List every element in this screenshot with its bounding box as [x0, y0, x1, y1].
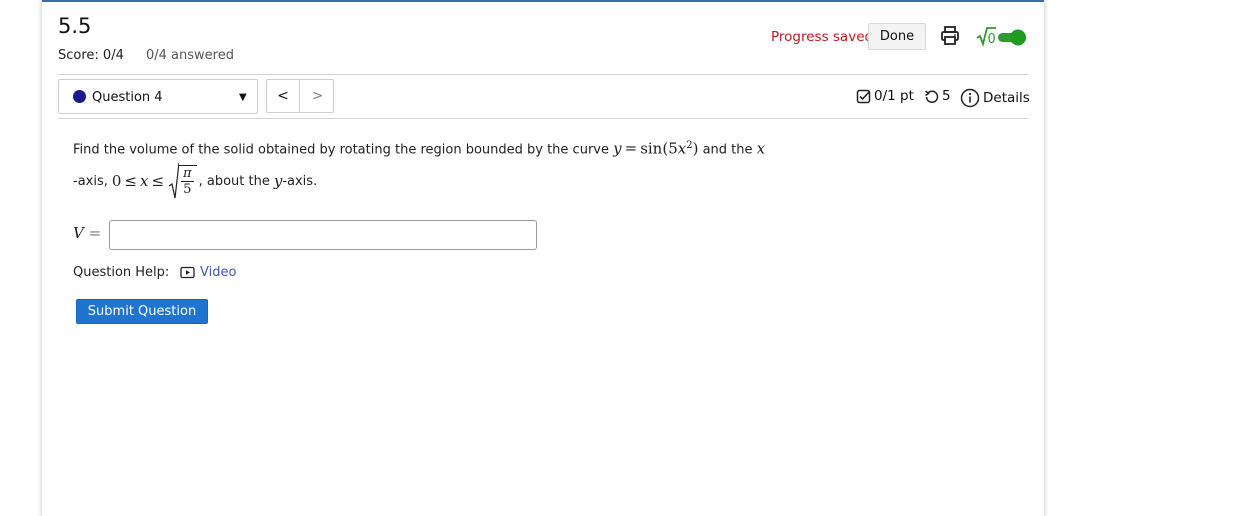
question-help-label: Question Help:: [73, 265, 170, 280]
points-label: 0/1 pt: [874, 88, 914, 104]
math-frac-denominator: 5: [183, 182, 192, 197]
question-text-part-5: -axis.: [282, 173, 318, 189]
print-icon[interactable]: [940, 25, 960, 47]
math-close-paren: ): [692, 139, 699, 158]
done-button[interactable]: Done: [868, 23, 926, 50]
info-icon: [960, 88, 980, 108]
meta-divider: [58, 118, 1028, 119]
answer-input[interactable]: [109, 220, 537, 250]
math-fraction: π 5: [178, 165, 197, 197]
math-leq-2: ≤: [151, 172, 165, 190]
retries-indicator: 5: [924, 88, 951, 104]
answer-label: V =: [73, 224, 101, 242]
question-text-part-3: -axis,: [73, 173, 108, 189]
math-arg-prefix: (5: [662, 139, 678, 158]
video-link-label: Video: [200, 265, 237, 280]
question-text-part-1: Find the volume of the solid obtained by…: [73, 142, 609, 158]
video-icon: [180, 266, 195, 279]
math-leq-1: ≤: [124, 172, 137, 190]
question-select-label: Question 4: [92, 90, 163, 105]
question-text: Find the volume of the solid obtained by…: [73, 136, 813, 160]
question-text-part-4: , about the: [198, 173, 270, 189]
video-help-link[interactable]: Video: [180, 265, 236, 280]
header-divider: [58, 74, 1028, 75]
question-text-line-2: -axis, 0 ≤ x ≤ π 5 , about the y -axis.: [73, 162, 317, 200]
math-var-x: x: [677, 139, 687, 158]
math-sqrt-fraction: π 5: [169, 162, 197, 200]
math-var-y: y: [613, 139, 622, 158]
retries-count: 5: [942, 88, 951, 104]
question-nav: < >: [266, 79, 334, 113]
assignment-panel: 5.5 Score: 0/4 0/4 answered Progress sav…: [42, 0, 1044, 516]
previous-question-button[interactable]: <: [267, 80, 300, 112]
math-answer-equals: =: [88, 224, 102, 242]
math-sin: sin: [640, 139, 663, 158]
math-toggle-icon[interactable]: 0: [976, 25, 1028, 49]
math-equals: =: [624, 139, 638, 158]
progress-saved-status: Progress saved: [771, 29, 874, 45]
page-title: 5.5: [58, 14, 92, 38]
math-var-v: V: [73, 224, 84, 242]
details-toggle[interactable]: Details: [960, 88, 1030, 108]
caret-down-icon: ▼: [239, 92, 247, 103]
math-frac-numerator: π: [181, 166, 194, 182]
submit-question-button[interactable]: Submit Question: [76, 299, 208, 324]
retry-icon: [925, 89, 939, 103]
details-label: Details: [983, 90, 1030, 106]
points-indicator: 0/1 pt: [856, 88, 914, 104]
checkbox-icon: [856, 89, 871, 103]
math-var-y-axis: y: [273, 172, 283, 190]
score-label: Score: 0/4: [58, 48, 124, 63]
question-text-part-2: and the: [702, 142, 753, 158]
next-question-button[interactable]: >: [301, 80, 334, 112]
math-bound-lower: 0: [111, 172, 122, 190]
math-bound-var: x: [140, 172, 149, 190]
answered-count: 0/4 answered: [146, 48, 234, 63]
question-status-dot: [73, 90, 86, 103]
math-var-x-axis: x: [756, 139, 766, 158]
svg-text:0: 0: [988, 32, 996, 47]
question-select[interactable]: Question 4 ▼: [58, 79, 258, 114]
